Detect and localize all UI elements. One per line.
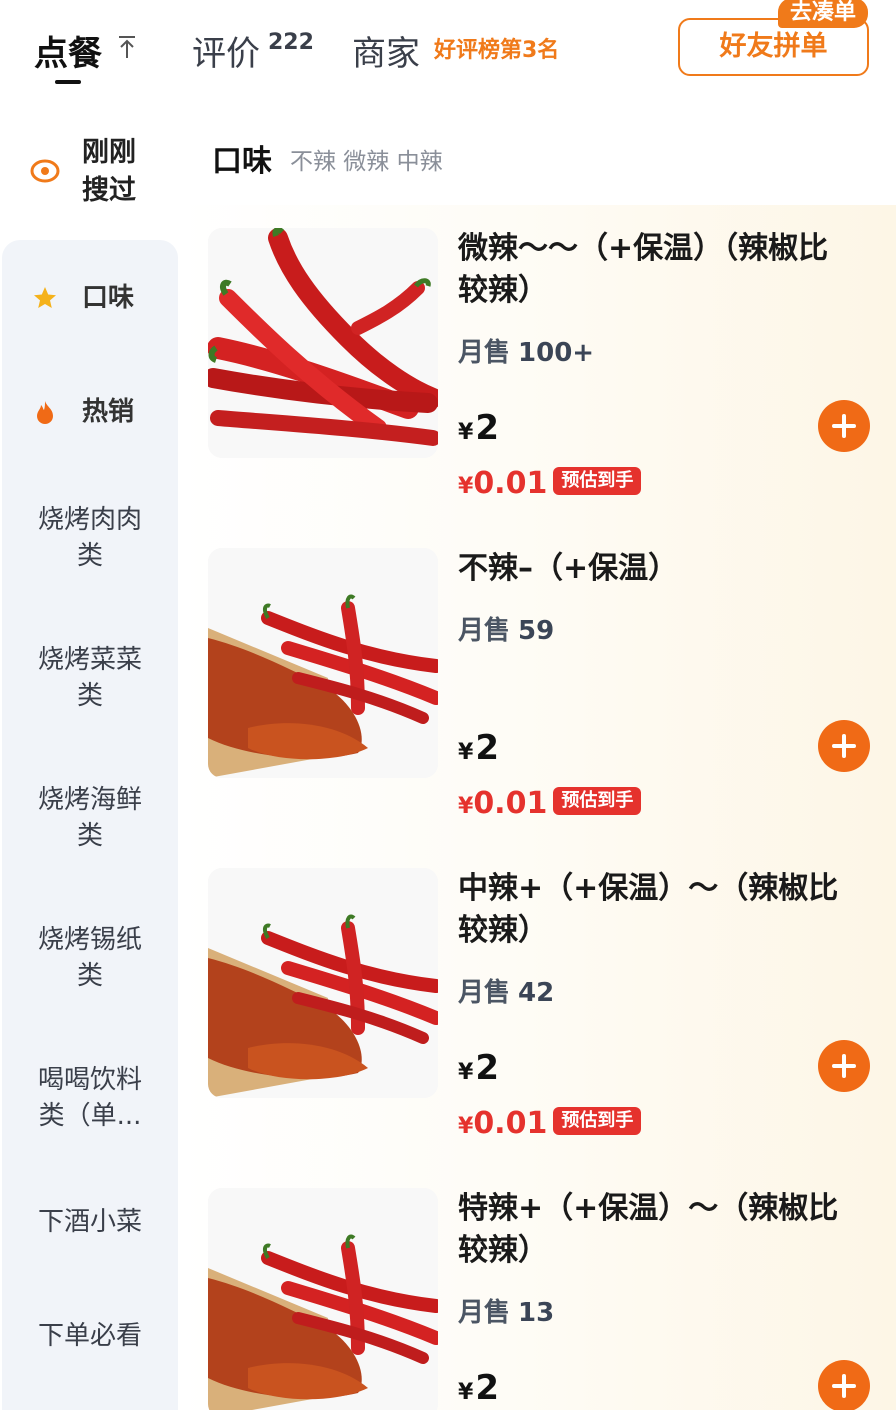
monthly-sales-count: 42: [518, 978, 555, 1008]
currency-symbol: ¥: [458, 1380, 474, 1405]
promo-badge: 预估到手: [553, 786, 642, 815]
star-icon: [34, 287, 56, 308]
sidebar-item-label: 烧烤菜菜类: [37, 645, 142, 711]
sidebar-item-notice[interactable]: 下单必看: [2, 1318, 178, 1354]
chili-powder-image: [208, 868, 438, 1098]
product-name: 不辣–（+保温）: [458, 551, 679, 586]
monthly-sales-label: 月售: [458, 616, 511, 646]
monthly-sales: 月售 59: [458, 610, 554, 647]
promo-price-value: 0.01: [473, 786, 548, 821]
sidebar-item-flavor[interactable]: 口味: [2, 280, 178, 316]
product-image[interactable]: [208, 548, 438, 778]
monthly-sales-label: 月售: [458, 978, 511, 1008]
product-image[interactable]: [208, 1188, 438, 1410]
sidebar-item-drinks[interactable]: 喝喝饮料类（单...: [2, 1062, 178, 1134]
sidebar-item-label: 热销: [82, 397, 135, 427]
add-to-cart-button[interactable]: [818, 1360, 870, 1410]
product-price: ¥2: [458, 1368, 499, 1408]
category-sidebar: 口味 热销 烧烤肉肉类 烧烤菜菜类 烧烤海鲜类 烧烤锡纸类 喝喝饮料类（单...…: [2, 240, 178, 1410]
add-to-cart-button[interactable]: [818, 400, 870, 452]
merchant-rank-badge[interactable]: 好评榜第3名: [434, 32, 559, 64]
product-card[interactable]: 中辣+（+保温）～（辣椒比较辣） 月售 42 ¥2 ¥0.01 预估到手: [208, 868, 896, 1188]
product-card[interactable]: 微辣～～（+保温）（辣椒比较辣） 月售 100+ ¥2 ¥0.01 预估到手: [208, 228, 896, 548]
promo-price: ¥0.01 预估到手: [458, 1106, 642, 1141]
product-name: 微辣～～（+保温）（辣椒比较辣）: [458, 231, 829, 308]
sidebar-item-label: 口味: [82, 283, 135, 313]
fresh-chili-image: [208, 228, 438, 458]
recent-search-entry[interactable]: 刚刚搜过: [0, 130, 180, 230]
monthly-sales-count: 59: [518, 616, 555, 646]
product-name: 中辣+（+保温）～（辣椒比较辣）: [458, 871, 839, 948]
add-to-cart-button[interactable]: [818, 720, 870, 772]
sidebar-item-bbq-seafood[interactable]: 烧烤海鲜类: [2, 782, 178, 854]
monthly-sales-label: 月售: [458, 338, 511, 368]
flame-icon: [37, 401, 53, 424]
product-price: ¥2: [458, 728, 499, 768]
currency-symbol: ¥: [458, 420, 474, 445]
eye-icon: [30, 159, 60, 183]
tab-merchant[interactable]: 商家: [352, 26, 420, 75]
sidebar-item-hot[interactable]: 热销: [2, 394, 178, 430]
add-to-cart-button[interactable]: [818, 1040, 870, 1092]
sidebar-item-bbq-meat[interactable]: 烧烤肉肉类: [2, 502, 178, 574]
sidebar-item-label: 下单必看: [37, 1321, 142, 1351]
product-name: 特辣+（+保温）～（辣椒比较辣）: [458, 1191, 839, 1268]
section-title: 口味: [212, 144, 272, 179]
currency-symbol: ¥: [458, 1060, 474, 1085]
currency-symbol: ¥: [458, 794, 474, 819]
price-value: 2: [475, 1048, 499, 1088]
monthly-sales: 月售 13: [458, 1292, 554, 1329]
sidebar-item-bbq-foil[interactable]: 烧烤锡纸类: [2, 922, 178, 994]
promo-price: ¥0.01 预估到手: [458, 786, 642, 821]
sidebar-item-label: 烧烤海鲜类: [37, 785, 142, 851]
price-value: 2: [475, 408, 499, 448]
group-order-badge[interactable]: 去凑单: [778, 0, 868, 28]
sidebar-item-bbq-veg[interactable]: 烧烤菜菜类: [2, 642, 178, 714]
sidebar-item-snacks[interactable]: 下酒小菜: [2, 1204, 178, 1240]
active-tab-indicator: [55, 80, 81, 84]
sidebar-item-label: 下酒小菜: [37, 1207, 142, 1237]
product-price: ¥2: [458, 408, 499, 448]
price-value: 2: [475, 728, 499, 768]
section-tags: 不辣 微辣 中辣: [290, 149, 443, 175]
promo-badge: 预估到手: [553, 1106, 642, 1135]
product-price: ¥2: [458, 1048, 499, 1088]
product-image[interactable]: [208, 868, 438, 1098]
promo-price: ¥0.01 预估到手: [458, 466, 642, 501]
recent-search-label: 刚刚搜过: [82, 137, 136, 206]
pin-to-top-icon[interactable]: [116, 34, 138, 60]
sidebar-item-label: 烧烤锡纸类: [37, 925, 142, 991]
price-value: 2: [475, 1368, 499, 1408]
monthly-sales-count: 13: [518, 1298, 555, 1328]
sidebar-item-label: 喝喝饮料类（单...: [37, 1065, 142, 1131]
monthly-sales-label: 月售: [458, 1298, 511, 1328]
product-card[interactable]: 特辣+（+保温）～（辣椒比较辣） 月售 13 ¥2: [208, 1188, 896, 1410]
promo-price-value: 0.01: [473, 1106, 548, 1141]
monthly-sales: 月售 42: [458, 972, 554, 1009]
tab-reviews[interactable]: 评价: [192, 26, 260, 75]
monthly-sales: 月售 100+: [458, 332, 594, 369]
top-tab-bar: 点餐 评价 222 商家 好评榜第3名 好友拼单 去凑单: [0, 0, 896, 100]
tab-order[interactable]: 点餐: [34, 26, 102, 75]
promo-badge: 预估到手: [553, 466, 642, 495]
currency-symbol: ¥: [458, 474, 474, 499]
chili-powder-image: [208, 548, 438, 778]
product-image[interactable]: [208, 228, 438, 458]
sidebar-item-label: 烧烤肉肉类: [37, 505, 142, 571]
monthly-sales-count: 100+: [518, 338, 595, 368]
currency-symbol: ¥: [458, 740, 474, 765]
currency-symbol: ¥: [458, 1114, 474, 1139]
reviews-count: 222: [268, 30, 314, 55]
promo-price-value: 0.01: [473, 466, 548, 501]
product-card[interactable]: 不辣–（+保温） 月售 59 ¥2 ¥0.01 预估到手: [208, 548, 896, 868]
chili-powder-image: [208, 1188, 438, 1410]
